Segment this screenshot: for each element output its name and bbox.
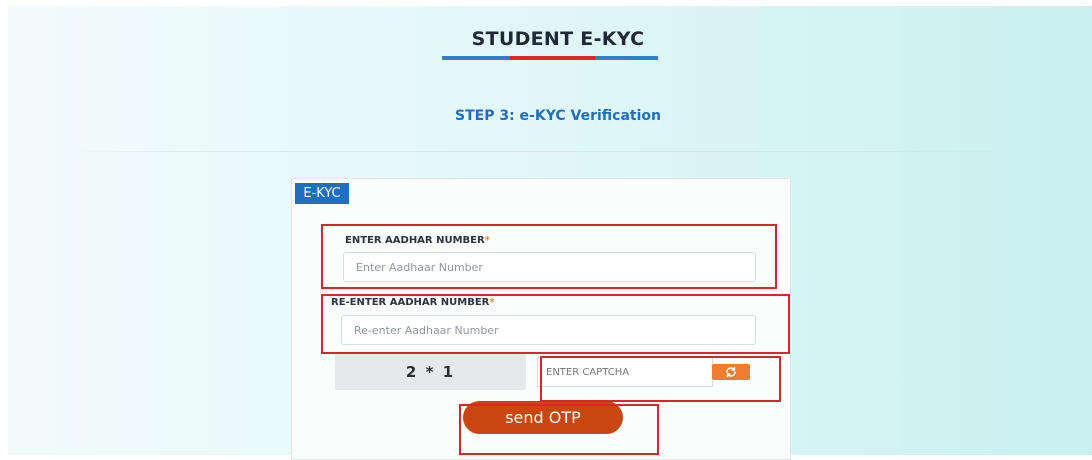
aadhar-label-text: ENTER AADHAR NUMBER <box>345 235 485 246</box>
section-divider <box>68 151 1048 152</box>
aadhar-number-input[interactable] <box>343 252 756 282</box>
required-mark: * <box>489 297 495 308</box>
captcha-input[interactable] <box>537 357 713 387</box>
reenter-aadhar-label-text: RE-ENTER AADHAR NUMBER <box>331 297 490 308</box>
aadhar-label: ENTER AADHAR NUMBER* <box>345 235 490 246</box>
title-underline-center <box>510 56 595 60</box>
captcha-challenge: 2 * 1 <box>335 354 526 390</box>
required-mark: * <box>484 235 490 246</box>
reenter-aadhar-label: RE-ENTER AADHAR NUMBER* <box>331 297 495 308</box>
captcha-refresh-button[interactable] <box>712 364 750 380</box>
step-heading: STEP 3: e-KYC Verification <box>455 108 661 124</box>
refresh-icon <box>726 366 736 378</box>
page-title: STUDENT E-KYC <box>471 28 645 50</box>
title-underline-right <box>595 56 658 60</box>
reenter-aadhar-number-input[interactable] <box>341 315 756 345</box>
send-otp-button[interactable]: send OTP <box>463 401 623 434</box>
title-underline-left <box>442 56 510 60</box>
ekyc-tag: E-KYC <box>295 183 349 204</box>
